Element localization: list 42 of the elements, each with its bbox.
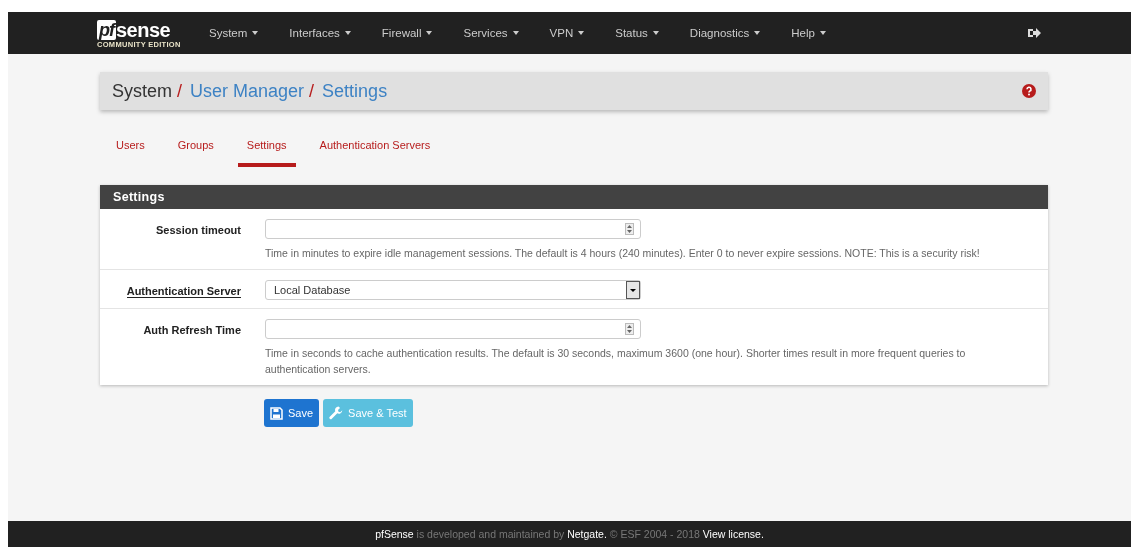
- caret-icon: [819, 31, 826, 35]
- nav-menu-item[interactable]: Help: [791, 27, 842, 39]
- nav-menu-item[interactable]: System: [209, 27, 275, 39]
- nav-menu-item[interactable]: Interfaces: [289, 27, 367, 39]
- logo-mark[interactable]: pf: [97, 19, 116, 40]
- field-label: Session timeout: [156, 224, 241, 236]
- breadcrumb-text: System: [112, 80, 172, 102]
- tab[interactable]: Authentication Servers: [310, 139, 440, 167]
- caret-icon: [652, 31, 659, 35]
- dropdown-icon: [626, 281, 640, 299]
- caret-icon: [512, 31, 519, 35]
- number-field[interactable]: [265, 219, 641, 239]
- logo-name[interactable]: sense: [116, 19, 171, 40]
- wrench-icon: [329, 406, 344, 420]
- nav-menu-item[interactable]: VPN: [549, 27, 601, 39]
- caret-icon: [578, 31, 585, 35]
- tab[interactable]: Groups: [168, 139, 223, 167]
- tab[interactable]: Users: [107, 139, 154, 167]
- caret-icon: [426, 31, 433, 35]
- caret-icon: [754, 31, 761, 35]
- help-icon: [1022, 84, 1036, 98]
- save-button[interactable]: Save: [264, 399, 320, 427]
- nav-menu-item[interactable]: Firewall: [381, 27, 449, 39]
- number-field[interactable]: [265, 319, 641, 339]
- nav-menu-item[interactable]: Services: [463, 27, 535, 39]
- field-label: Auth Refresh Time: [143, 324, 241, 336]
- tab[interactable]: Settings: [237, 139, 296, 167]
- help-text: Time in minutes to expire idle management sessions. The default is 4 hours (240 minutes). Enter 0 to never expire sessions. NOTE: This is a security risk!: [265, 246, 981, 261]
- spinner-icon: [625, 223, 634, 235]
- spinner-icon: [625, 323, 634, 335]
- caret-icon: [344, 31, 351, 35]
- select-field[interactable]: Local Database: [265, 280, 641, 300]
- field-label-link[interactable]: Authentication Server: [126, 285, 241, 298]
- nav-menu-item[interactable]: Diagnostics: [689, 27, 777, 39]
- footer-text: pfSense is developed and maintained by Netgate. © ESF 2004 - 2018 View license.: [375, 528, 764, 540]
- help-text: Time in seconds to cache authentication results. The default is 30 seconds, maximum 3600 (one hour). Shorter times result in more frequent queries to authentication servers.: [265, 346, 967, 377]
- breadcrumb-separator: /: [309, 80, 315, 102]
- logout-icon: [1027, 27, 1041, 39]
- nav-menu-item[interactable]: Status: [615, 27, 675, 39]
- panel-heading: Settings: [100, 185, 1048, 209]
- breadcrumb-separator: /: [177, 80, 183, 102]
- caret-icon: [252, 31, 259, 35]
